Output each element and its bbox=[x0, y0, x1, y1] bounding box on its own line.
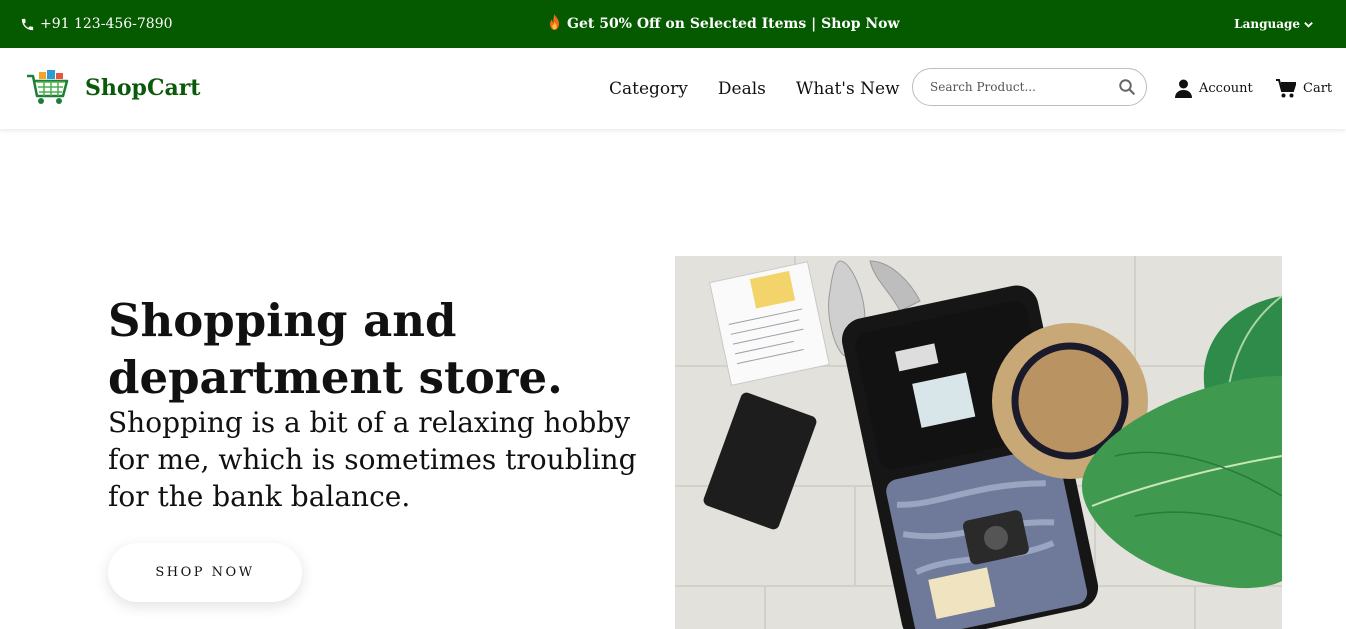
hero-title: Shopping and department store. bbox=[108, 294, 563, 404]
cart-link[interactable]: Cart bbox=[1276, 48, 1332, 129]
promo-text: Get 50% Off on Selected Items | Shop Now bbox=[567, 16, 900, 32]
search-input[interactable] bbox=[930, 80, 1118, 94]
shopping-cart-logo-icon bbox=[27, 70, 69, 104]
hero-description: Shopping is a bit of a relaxing hobby fo… bbox=[108, 406, 637, 513]
nav-whats-new[interactable]: What's New bbox=[796, 79, 900, 99]
cart-label: Cart bbox=[1303, 81, 1333, 96]
language-label: Language bbox=[1234, 17, 1300, 31]
account-link[interactable]: Account bbox=[1175, 48, 1253, 129]
phone-number: +91 123-456-7890 bbox=[40, 16, 173, 32]
main-header: ShopCart Category Deals What's New Accou… bbox=[0, 48, 1346, 129]
cart-icon bbox=[1276, 79, 1296, 98]
logo[interactable]: ShopCart bbox=[26, 70, 200, 106]
promo-bar: +91 123-456-7890 Get 50% Off on Selected… bbox=[0, 0, 1346, 48]
search-icon[interactable] bbox=[1118, 78, 1136, 96]
hero-image bbox=[675, 256, 1282, 629]
main-nav: Category Deals What's New bbox=[609, 48, 930, 129]
language-dropdown[interactable]: Language bbox=[1234, 0, 1314, 48]
account-label: Account bbox=[1199, 81, 1253, 96]
fire-icon bbox=[548, 14, 561, 34]
nav-deals[interactable]: Deals bbox=[718, 79, 766, 99]
user-icon bbox=[1175, 79, 1192, 98]
search-box bbox=[912, 68, 1147, 106]
brand-name: ShopCart bbox=[85, 75, 201, 101]
nav-category[interactable]: Category bbox=[609, 79, 688, 99]
promo-link[interactable]: Get 50% Off on Selected Items | Shop Now bbox=[548, 0, 900, 48]
phone-contact[interactable]: +91 123-456-7890 bbox=[20, 0, 173, 48]
phone-icon bbox=[21, 18, 34, 30]
shop-now-button[interactable]: SHOP NOW bbox=[108, 543, 302, 602]
chevron-down-icon bbox=[1304, 21, 1313, 28]
